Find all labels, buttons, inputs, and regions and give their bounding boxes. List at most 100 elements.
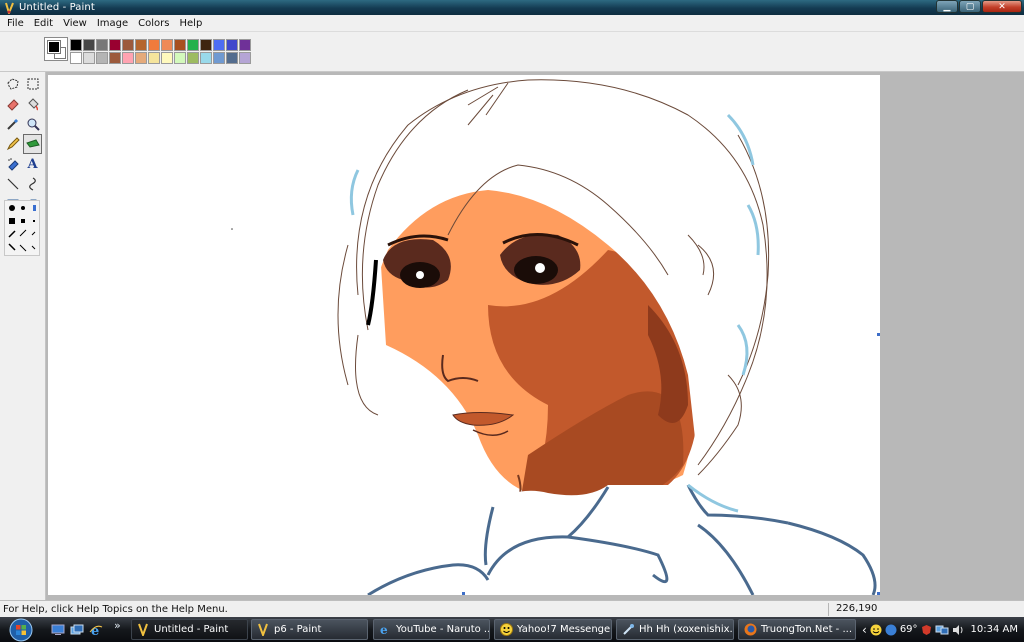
palette-swatch[interactable] bbox=[213, 39, 225, 51]
palette-swatch[interactable] bbox=[70, 52, 82, 64]
drawing-canvas[interactable] bbox=[48, 75, 880, 595]
taskbar-button-truongton[interactable]: TruongTon.Net - ... bbox=[738, 619, 856, 640]
palette-swatch[interactable] bbox=[148, 52, 160, 64]
pencil-icon bbox=[6, 137, 20, 151]
menu-view[interactable]: View bbox=[58, 15, 92, 32]
color-box bbox=[0, 32, 1024, 72]
palette-swatch[interactable] bbox=[83, 39, 95, 51]
switch-windows-icon[interactable] bbox=[69, 622, 85, 637]
palette-swatch[interactable] bbox=[109, 52, 121, 64]
palette-swatch[interactable] bbox=[239, 52, 251, 64]
palette-swatches bbox=[70, 39, 251, 64]
svg-text:e: e bbox=[380, 623, 388, 636]
palette-swatch[interactable] bbox=[174, 52, 186, 64]
painted-portrait bbox=[231, 79, 880, 595]
taskbar-button-chat-window[interactable]: Hh Hh (xoxenishix... bbox=[616, 619, 734, 640]
menu-edit[interactable]: Edit bbox=[29, 15, 58, 32]
palette-swatch[interactable] bbox=[187, 39, 199, 51]
security-tray-icon[interactable] bbox=[921, 624, 932, 636]
canvas-resize-handle-bottom[interactable] bbox=[462, 592, 465, 595]
taskbar-button-youtube[interactable]: e YouTube - Naruto ... bbox=[373, 619, 490, 640]
window-title: Untitled - Paint bbox=[19, 2, 95, 13]
show-desktop-icon[interactable] bbox=[50, 622, 66, 637]
close-button[interactable]: ✕ bbox=[982, 0, 1022, 13]
internet-explorer-icon[interactable]: e bbox=[88, 622, 104, 637]
palette-swatch[interactable] bbox=[83, 52, 95, 64]
menu-help[interactable]: Help bbox=[175, 15, 208, 32]
brush-icon bbox=[25, 139, 40, 148]
palette-swatch[interactable] bbox=[200, 52, 212, 64]
tray-expand-chevron[interactable]: ‹ bbox=[862, 623, 867, 637]
magnifier-tool[interactable] bbox=[23, 114, 42, 134]
menu-colors[interactable]: Colors bbox=[133, 15, 174, 32]
title-bar: Untitled - Paint ▁ ▢ ✕ bbox=[0, 0, 1024, 15]
eraser-tool[interactable] bbox=[3, 94, 22, 114]
palette-swatch[interactable] bbox=[96, 52, 108, 64]
palette-swatch[interactable] bbox=[187, 52, 199, 64]
palette-swatch[interactable] bbox=[226, 39, 238, 51]
airbrush-icon bbox=[7, 158, 19, 171]
minimize-button[interactable]: ▁ bbox=[936, 0, 958, 13]
palette-swatch[interactable] bbox=[239, 39, 251, 51]
free-form-select-tool[interactable] bbox=[3, 74, 22, 94]
yahoo-messenger-icon bbox=[499, 623, 513, 637]
canvas-resize-handle-right[interactable] bbox=[877, 333, 880, 336]
menu-bar: File Edit View Image Colors Help bbox=[0, 15, 1024, 32]
palette-swatch[interactable] bbox=[226, 52, 238, 64]
network-tray-icon[interactable] bbox=[935, 624, 949, 636]
palette-swatch[interactable] bbox=[96, 39, 108, 51]
palette-swatch[interactable] bbox=[135, 52, 147, 64]
volume-tray-icon[interactable] bbox=[952, 624, 964, 636]
firefox-icon bbox=[743, 623, 757, 637]
cursor-coordinates: 226,190 bbox=[836, 603, 878, 614]
pencil-tool[interactable] bbox=[3, 134, 22, 154]
magnifier-icon bbox=[27, 118, 40, 131]
palette-swatch[interactable] bbox=[70, 39, 82, 51]
palette-swatch[interactable] bbox=[122, 52, 134, 64]
menu-image[interactable]: Image bbox=[92, 15, 133, 32]
paint-icon bbox=[256, 623, 270, 637]
paint-icon bbox=[136, 623, 150, 637]
taskbar: e » Untitled - Paint p6 - Paint e YouTub… bbox=[0, 617, 1024, 642]
maximize-button[interactable]: ▢ bbox=[959, 0, 981, 13]
curve-tool[interactable] bbox=[23, 174, 42, 194]
smiley-tray-icon[interactable] bbox=[870, 624, 882, 636]
airbrush-tool[interactable] bbox=[3, 154, 22, 174]
palette-swatch[interactable] bbox=[213, 52, 225, 64]
ie-icon: e bbox=[378, 623, 392, 637]
brush-tool[interactable] bbox=[23, 134, 42, 154]
palette-swatch[interactable] bbox=[174, 39, 186, 51]
rect-select-tool[interactable] bbox=[23, 74, 42, 94]
quick-launch-more[interactable]: » bbox=[114, 619, 121, 632]
current-colors[interactable] bbox=[44, 37, 68, 61]
quick-launch: e bbox=[50, 622, 104, 637]
taskbar-clock[interactable]: 10:34 AM bbox=[971, 617, 1018, 642]
palette-swatch[interactable] bbox=[148, 39, 160, 51]
messenger-window-icon bbox=[621, 623, 635, 637]
palette-swatch[interactable] bbox=[161, 39, 173, 51]
temperature-readout[interactable]: 69° bbox=[900, 624, 918, 635]
weather-tray-icon[interactable] bbox=[885, 624, 897, 636]
color-picker-tool[interactable] bbox=[3, 114, 22, 134]
taskbar-button-untitled-paint[interactable]: Untitled - Paint bbox=[131, 619, 248, 640]
menu-file[interactable]: File bbox=[2, 15, 29, 32]
status-divider bbox=[828, 603, 829, 616]
paint-app-icon[interactable] bbox=[3, 2, 15, 14]
taskbar-button-yahoo-messenger[interactable]: Yahoo!7 Messenger bbox=[494, 619, 612, 640]
palette-swatch[interactable] bbox=[200, 39, 212, 51]
fill-tool[interactable] bbox=[23, 94, 42, 114]
line-tool[interactable] bbox=[3, 174, 22, 194]
palette-swatch[interactable] bbox=[122, 39, 134, 51]
palette-swatch[interactable] bbox=[135, 39, 147, 51]
palette-swatch[interactable] bbox=[161, 52, 173, 64]
taskbar-button-p6-paint[interactable]: p6 - Paint bbox=[251, 619, 368, 640]
brush-shape-options[interactable] bbox=[4, 200, 40, 256]
palette-swatch[interactable] bbox=[109, 39, 121, 51]
text-tool[interactable]: A bbox=[23, 154, 42, 174]
canvas-resize-handle-corner[interactable] bbox=[877, 592, 880, 595]
start-button[interactable] bbox=[3, 617, 39, 642]
freeform-select-icon bbox=[6, 78, 19, 90]
curve-icon bbox=[28, 177, 36, 191]
windows-orb-icon bbox=[9, 618, 33, 641]
line-icon bbox=[7, 178, 18, 190]
